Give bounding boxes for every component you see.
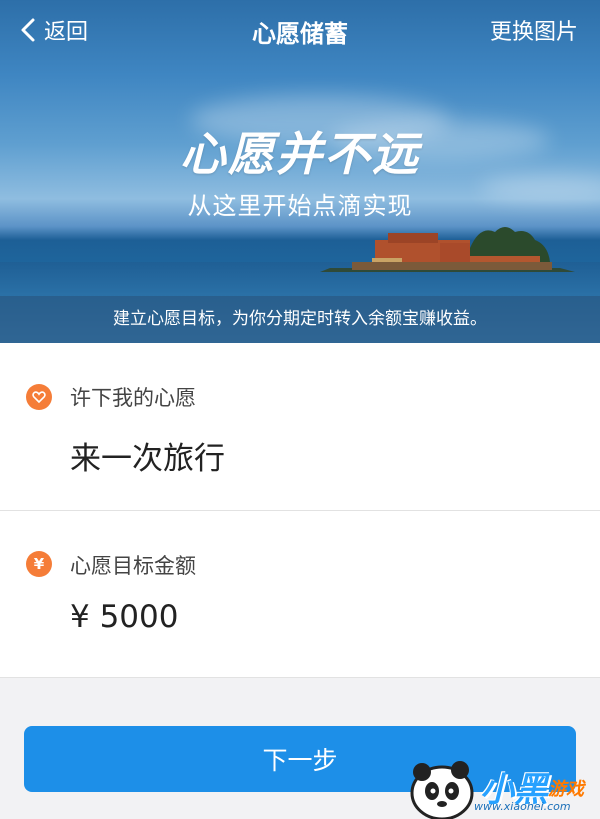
wish-value[interactable]: 来一次旅行 bbox=[70, 433, 225, 478]
heart-icon bbox=[26, 384, 52, 410]
hero-subslogan: 从这里开始点滴实现 bbox=[187, 192, 413, 220]
hero-slogan: 心愿并不远 bbox=[180, 127, 420, 181]
hero-info-text: 建立心愿目标，为你分期定时转入余额宝赚收益。 bbox=[0, 296, 600, 343]
amount-value[interactable]: ¥ 5000 bbox=[70, 599, 178, 635]
hero-banner: 返回 心愿储蓄 更换图片 心愿并不远 从这里开始点滴实现 建立心愿目标，为你分期… bbox=[0, 0, 600, 343]
watermark-text-sub: 游戏 bbox=[548, 779, 584, 800]
yen-icon: ¥ bbox=[26, 551, 52, 577]
wish-card[interactable]: 许下我的心愿 来一次旅行 bbox=[0, 343, 600, 511]
top-navigation-bar: 返回 心愿储蓄 更换图片 bbox=[0, 0, 600, 58]
amount-label: 心愿目标金额 bbox=[70, 554, 196, 578]
wish-label: 许下我的心愿 bbox=[70, 386, 196, 410]
watermark-url: www.xiaohei.com bbox=[474, 800, 571, 813]
amount-card[interactable]: ¥ 心愿目标金额 ¥ 5000 bbox=[0, 511, 600, 678]
change-image-button[interactable]: 更换图片 bbox=[490, 14, 578, 46]
